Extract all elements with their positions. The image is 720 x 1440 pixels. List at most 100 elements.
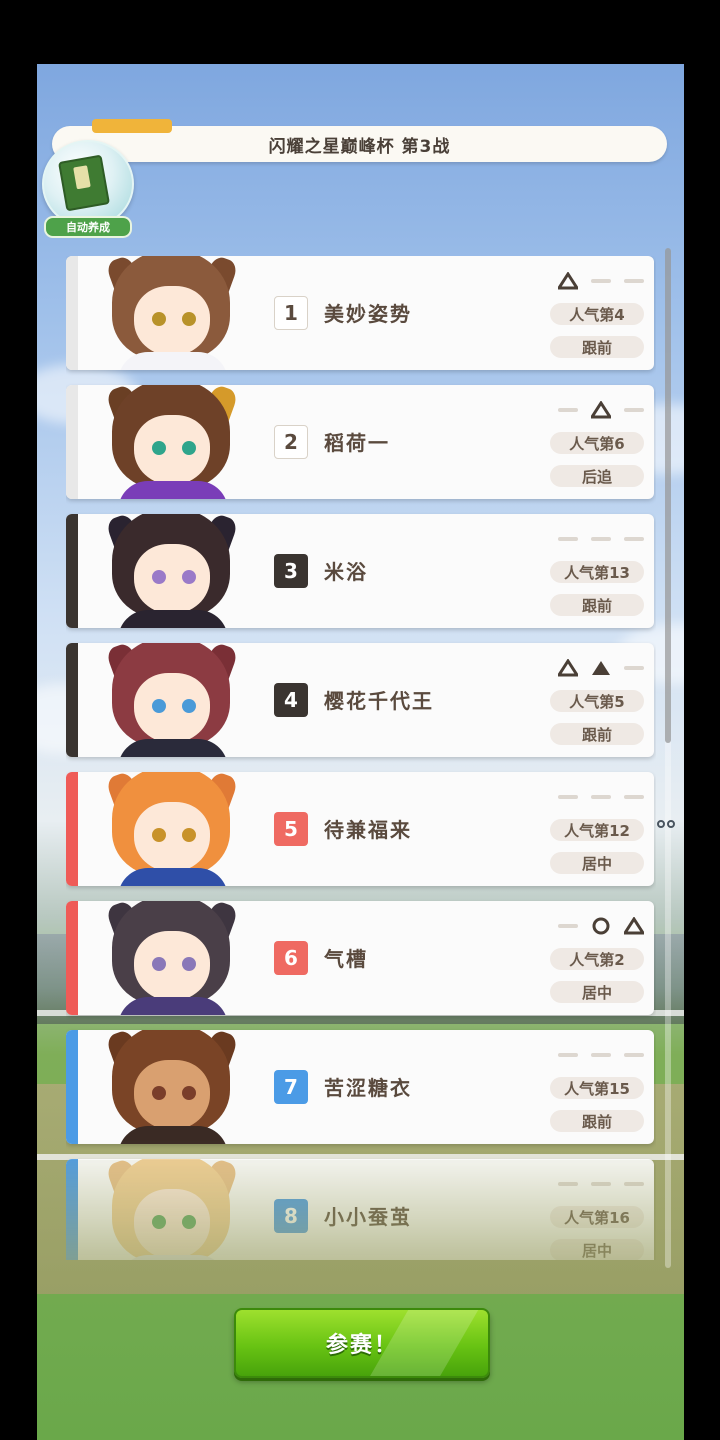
triangle-mark-icon	[556, 659, 580, 677]
eye	[152, 1086, 166, 1100]
frame-stripe	[66, 514, 78, 628]
eye	[182, 570, 196, 584]
outfit	[118, 997, 228, 1015]
triangle-mark-icon	[589, 401, 613, 419]
empty-mark-icon	[556, 917, 580, 935]
entry-card[interactable]: 2 稻荷一 人气第6 后追	[66, 385, 654, 499]
triangle-mark-icon	[556, 272, 580, 290]
prediction-marks	[556, 788, 646, 806]
entry-card[interactable]: 4 樱花千代王 人气第5 跟前	[66, 643, 654, 757]
frame-stripe	[66, 643, 78, 757]
eye	[152, 699, 166, 713]
running-style-badge: 跟前	[550, 336, 644, 358]
entry-list[interactable]: 1 美妙姿势 人气第4 跟前 2 稻荷一 人气第6 后追 3 米浴 人气第13 …	[66, 256, 656, 1260]
empty-mark-icon	[622, 401, 646, 419]
triangle-mark-icon	[622, 917, 646, 935]
eye	[152, 312, 166, 326]
uma-portrait	[82, 256, 252, 370]
popularity-badge: 人气第5	[550, 690, 644, 712]
face	[134, 544, 210, 614]
uma-name: 樱花千代王	[324, 689, 434, 713]
entry-card[interactable]: 6 气槽 人气第2 居中	[66, 901, 654, 1015]
outfit	[118, 352, 228, 370]
popularity-badge: 人气第13	[550, 561, 644, 583]
popularity-badge: 人气第12	[550, 819, 644, 841]
circle-mark-icon	[589, 917, 613, 935]
popularity-badge: 人气第6	[550, 432, 644, 454]
empty-mark-icon	[589, 1046, 613, 1064]
uma-name: 美妙姿势	[324, 302, 412, 326]
book-icon	[57, 154, 111, 212]
empty-mark-icon	[589, 272, 613, 290]
filled-triangle-mark-icon	[589, 659, 613, 677]
empty-mark-icon	[556, 401, 580, 419]
gate-number: 7	[274, 1070, 308, 1104]
popularity-badge: 人气第2	[550, 948, 644, 970]
face	[134, 931, 210, 1001]
frame-stripe	[66, 256, 78, 370]
empty-mark-icon	[589, 788, 613, 806]
uma-name: 气槽	[324, 947, 368, 971]
uma-name: 稻荷一	[324, 431, 390, 455]
eye	[152, 570, 166, 584]
uma-portrait	[82, 1030, 252, 1144]
outfit	[118, 1126, 228, 1144]
gate-number: 4	[274, 683, 308, 717]
title-tag	[92, 119, 172, 133]
eye	[152, 441, 166, 455]
running-style-badge: 跟前	[550, 723, 644, 745]
uma-name: 苦涩糖衣	[324, 1076, 412, 1100]
prediction-marks	[556, 272, 646, 290]
uma-name: 待兼福来	[324, 818, 412, 842]
uma-portrait	[82, 1159, 252, 1260]
gate-number: 1	[274, 296, 308, 330]
entry-card[interactable]: 7 苦涩糖衣 人气第15 跟前	[66, 1030, 654, 1144]
gate-number: 6	[274, 941, 308, 975]
prediction-marks	[556, 659, 646, 677]
uma-portrait	[82, 772, 252, 886]
empty-mark-icon	[622, 1046, 646, 1064]
empty-mark-icon	[556, 1175, 580, 1193]
empty-mark-icon	[622, 272, 646, 290]
face	[134, 1060, 210, 1130]
uma-portrait	[82, 901, 252, 1015]
eye	[152, 828, 166, 842]
eye	[182, 1215, 196, 1229]
face	[134, 802, 210, 872]
eye	[152, 957, 166, 971]
empty-mark-icon	[556, 530, 580, 548]
running-style-badge: 居中	[550, 852, 644, 874]
entry-card[interactable]: 8 小小蚕茧 人气第16 居中	[66, 1159, 654, 1260]
frame-stripe	[66, 385, 78, 499]
popularity-badge: 人气第15	[550, 1077, 644, 1099]
uma-name: 米浴	[324, 560, 368, 584]
auto-train-button[interactable]: 自动养成	[38, 140, 134, 238]
frame-stripe	[66, 772, 78, 886]
list-scrollbar[interactable]	[665, 248, 671, 1268]
outfit	[118, 610, 228, 628]
face	[134, 1189, 210, 1259]
outfit	[118, 739, 228, 757]
entry-card[interactable]: 1 美妙姿势 人气第4 跟前	[66, 256, 654, 370]
frame-stripe	[66, 1159, 78, 1260]
eye	[182, 441, 196, 455]
running-style-badge: 跟前	[550, 1110, 644, 1132]
empty-mark-icon	[556, 788, 580, 806]
scrollbar-thumb[interactable]	[665, 248, 671, 743]
empty-mark-icon	[622, 1175, 646, 1193]
eye	[182, 957, 196, 971]
uma-portrait	[82, 514, 252, 628]
popularity-badge: 人气第4	[550, 303, 644, 325]
start-race-button[interactable]: 参赛！	[234, 1308, 490, 1378]
prediction-marks	[556, 1046, 646, 1064]
entry-card[interactable]: 3 米浴 人气第13 跟前	[66, 514, 654, 628]
face	[134, 415, 210, 485]
running-style-badge: 居中	[550, 981, 644, 1003]
race-title-bar: 闪耀之星巅峰杯 第3战	[52, 119, 667, 162]
eye	[182, 828, 196, 842]
uma-name: 小小蚕茧	[324, 1205, 412, 1229]
running-style-badge: 居中	[550, 1239, 644, 1260]
entry-card[interactable]: 5 待兼福来 人气第12 居中	[66, 772, 654, 886]
uma-portrait	[82, 643, 252, 757]
link-icon	[656, 818, 680, 830]
